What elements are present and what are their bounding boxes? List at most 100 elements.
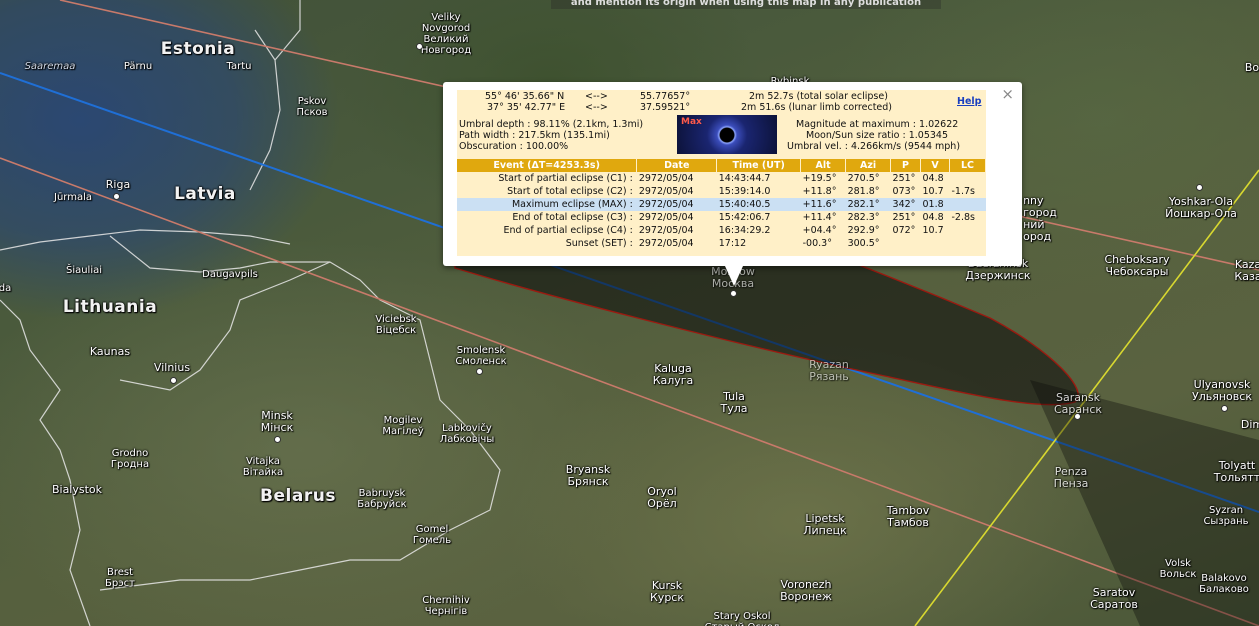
table-cell: End of partial eclipse (C4) : [503,225,633,236]
city-label: Chernihiv Чернігів [422,595,470,617]
city-label: Tula Тула [720,390,748,415]
table-cell: 15:40:40.5 [716,198,801,211]
table-cell [949,172,985,185]
table-cell: 15:42:06.7 [718,212,771,223]
map-canvas[interactable]: Estonia Latvia Lithuania Belarus Saarema… [0,0,1259,626]
city-label: Daugavpils [202,269,258,280]
city-label: Babruysk Бабруйск [357,488,407,510]
table-cell: 04.8 [922,212,944,223]
table-cell: Maximum eclipse (MAX) : [457,198,637,211]
table-cell: 14:43:44.7 [718,173,771,184]
city-marker [730,290,737,297]
table-cell: 04.8 [922,173,944,184]
table-row: Sunset (SET) : 2972/05/04 17:12 -00.3° 3… [457,237,986,250]
table-cell: 10.7 [922,225,944,236]
table-cell: End of total eclipse (C3) : [512,212,633,223]
city-marker [274,436,281,443]
city-label: Jūrmala [54,192,92,203]
path-width: Path width : 217.5km (135.1mi) [459,130,610,141]
city-label: Lipetsk Липецк [803,512,847,537]
table-cell: Sunset (SET) : [565,238,633,249]
table-cell: 2972/05/04 [638,225,694,236]
country-label-belarus: Belarus [260,486,336,506]
city-label: Viciebsk Віцебск [375,314,417,336]
table-cell: 342° [890,198,921,211]
city-label: Balakovo Балаково [1199,573,1249,595]
table-row: End of total eclipse (C3) : 2972/05/04 1… [457,211,986,224]
coord-longitude-decimal: 37.59521° [640,102,691,113]
table-row: Start of partial eclipse (C1) : 2972/05/… [457,172,986,185]
city-label: Ulyanovsk Ульяновск [1192,378,1252,403]
table-cell: 16:34:29.2 [718,225,771,236]
table-cell: 17:12 [718,238,747,249]
city-label: Penza Пенза [1053,465,1089,490]
table-cell: 282.3° [847,212,880,223]
table-cell [921,237,950,250]
size-ratio: Moon/Sun size ratio : 1.05345 [806,130,949,141]
column-header: Alt [800,159,847,172]
city-label: Brest Брэст [104,567,136,589]
sea-label-saaremaa: Saaremaa [24,61,76,72]
table-cell: 251° [892,173,916,184]
coord-latitude-decimal: 55.77657° [640,91,691,102]
city-label: Yoshkar-Ola Йошкар-Ола [1165,195,1237,220]
city-label: Pärnu [123,61,153,72]
table-cell: 292.9° [847,225,880,236]
table-row-highlighted: Maximum eclipse (MAX) : 2972/05/04 15:40… [457,198,986,211]
city-label: Smolensk Смоленск [455,345,507,367]
column-header: V [920,159,950,172]
city-label: Kaluga Калуга [652,362,694,387]
table-cell: 2972/05/04 [636,198,717,211]
column-header: Event (ΔT=4253.3s) [457,159,638,172]
city-label: Tartu [226,61,252,72]
city-label: Veliky Novgorod Великий Новгород [420,12,472,56]
duration-total: 2m 52.7s (total solar eclipse) [749,91,888,102]
city-label: Bryansk Брянск [565,463,611,488]
coord-arrow: <--> [585,102,608,113]
column-header: LC [949,159,987,172]
table-cell [949,237,985,250]
table-cell: 01.8 [920,198,950,211]
city-label: Kaunas [89,345,131,358]
city-label: Šiauliai [65,265,103,276]
column-header: Time (UT) [716,159,802,172]
duration-limb-corrected: 2m 51.6s (lunar limb corrected) [741,102,893,113]
city-label: Labkovičy Лабковічы [439,423,495,445]
city-label: Grodno Гродна [110,448,150,470]
city-label: Oryol Орёл [647,485,677,510]
table-cell: 270.5° [847,173,880,184]
table-cell: 251° [892,212,916,223]
close-icon[interactable]: × [1001,87,1014,102]
city-label: Saratov Саратов [1090,586,1138,611]
max-eclipse-thumbnail: Max [677,115,777,154]
umbral-velocity: Umbral vel. : 4.266km/s (9544 mph) [787,141,961,152]
city-label: Riga [105,178,131,191]
column-header: P [890,159,922,172]
obscuration: Obscuration : 100.00% [459,141,569,152]
city-marker [1221,405,1228,412]
table-row: Start of total eclipse (C2) : 2972/05/04… [457,185,986,198]
table-cell: -2.8s [951,212,975,223]
table-cell: 2972/05/04 [638,212,694,223]
city-label: Dim [1240,418,1259,431]
city-label: Pskov Псков [296,96,328,118]
city-label: Bo [1244,61,1259,74]
eclipse-events-table: Event (ΔT=4253.3s) Date Time (UT) Alt Az… [457,159,987,250]
help-link[interactable]: Help [957,96,981,107]
popup-pointer [725,266,743,286]
table-cell: Start of partial eclipse (C1) : [498,173,633,184]
city-marker [1074,413,1081,420]
table-cell: 2972/05/04 [638,238,694,249]
column-header: Date [636,159,718,172]
city-label: Syzran Сызрань [1203,505,1249,527]
table-cell: 10.7 [922,186,944,197]
city-label: Volsk Вольск [1159,558,1197,580]
city-label: Ryazan Рязань [809,358,849,383]
table-cell [949,224,985,237]
country-label-estonia: Estonia [160,39,236,59]
table-cell: 072° [892,225,916,236]
city-label: Kursk Курск [650,579,684,604]
city-label: Mogilev Магілеў [382,415,424,437]
city-label: Bialystok [51,483,103,496]
column-header: Azi [845,159,892,172]
